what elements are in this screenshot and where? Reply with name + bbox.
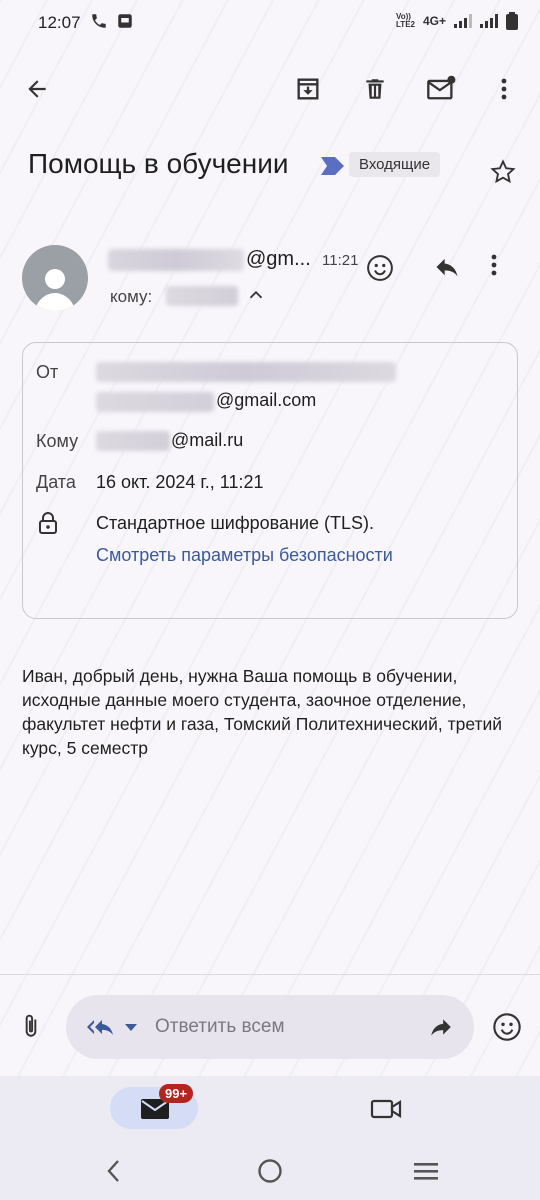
- recipient-redacted: [166, 286, 238, 306]
- forward-icon: [431, 1019, 451, 1036]
- mail-unread-icon: [427, 75, 456, 100]
- to-address-redacted: [96, 431, 170, 451]
- more-options-button[interactable]: [484, 69, 524, 109]
- star-icon: [490, 159, 516, 184]
- status-time: 12:07: [38, 13, 81, 32]
- chevron-down-icon[interactable]: [123, 1020, 139, 1034]
- trash-icon: [366, 79, 384, 99]
- reply-all-mode-button[interactable]: [86, 1014, 116, 1045]
- email-body: Иван, добрый день, нужна Ваша помощь в о…: [22, 666, 503, 758]
- nav-meet-tab[interactable]: [370, 1097, 402, 1126]
- arrow-back-icon: [28, 80, 46, 98]
- email-subject: Помощь в обучении: [28, 148, 289, 179]
- delete-button[interactable]: [355, 69, 395, 109]
- signal-icon-2: [480, 14, 498, 28]
- date-value: 16 окт. 2024 г., 11:21: [96, 472, 264, 492]
- date-label: Дата: [36, 472, 76, 492]
- signal-icon: [454, 14, 472, 28]
- emoji-button[interactable]: [491, 1011, 523, 1048]
- email-time: 11:21: [322, 252, 359, 269]
- call-icon: [92, 14, 106, 28]
- encryption-info: Стандартное шифрование (TLS).: [96, 513, 375, 533]
- system-recents-button[interactable]: [412, 1160, 440, 1187]
- message-more-button[interactable]: [491, 253, 497, 282]
- from-address-redacted: [96, 392, 214, 412]
- reply-all-icon: [87, 1020, 113, 1035]
- sender-domain: @gm...: [246, 248, 311, 270]
- collapse-details-button[interactable]: [245, 284, 267, 311]
- system-home-button[interactable]: [257, 1158, 283, 1189]
- emoji-icon: [367, 255, 393, 281]
- from-label: От: [36, 362, 59, 382]
- to-domain: @mail.ru: [171, 430, 244, 450]
- voicemail-app-icon: [118, 14, 132, 28]
- system-back-button[interactable]: [104, 1158, 124, 1189]
- back-button[interactable]: [17, 69, 57, 109]
- archive-icon: [297, 78, 319, 100]
- home-circle-icon: [258, 1159, 282, 1183]
- person-icon: [35, 269, 75, 311]
- label-arrow-icon: [321, 157, 344, 175]
- avatar[interactable]: [22, 245, 88, 311]
- lock-icon: [39, 512, 57, 534]
- inbox-label-chip[interactable]: Входящие: [349, 152, 441, 177]
- status-right: Vo)) LTE2 4G+: [396, 12, 518, 30]
- attach-button[interactable]: [18, 1010, 44, 1047]
- to-label: Кому: [36, 431, 79, 451]
- network-type: 4G+: [422, 14, 446, 28]
- reply-all-placeholder[interactable]: Ответить всем: [155, 1016, 285, 1038]
- recents-icon: [414, 1163, 438, 1180]
- more-vert-icon: [491, 254, 497, 276]
- emoji-icon: [493, 1013, 521, 1041]
- add-reaction-button[interactable]: [365, 253, 395, 288]
- more-vert-icon: [501, 78, 507, 100]
- divider: [0, 974, 540, 975]
- video-camera-icon: [370, 1099, 402, 1119]
- reply-icon: [436, 258, 458, 277]
- star-button[interactable]: [489, 158, 517, 191]
- recipient-label: кому:: [110, 287, 153, 306]
- reply-button[interactable]: [432, 253, 462, 286]
- paperclip-icon: [25, 1014, 37, 1037]
- battery-icon: [506, 12, 518, 30]
- forward-button[interactable]: [426, 1014, 456, 1045]
- chevron-left-icon: [107, 1160, 119, 1182]
- status-left-icons: [90, 12, 134, 30]
- sender-name-redacted: [108, 249, 244, 271]
- chevron-up-icon: [249, 290, 263, 299]
- mark-unread-button[interactable]: [421, 69, 461, 109]
- archive-button[interactable]: [288, 69, 328, 109]
- from-domain: @gmail.com: [216, 390, 317, 410]
- unread-count-badge: 99+: [159, 1084, 194, 1103]
- volte-indicator: Vo)) LTE2: [396, 12, 415, 29]
- from-name-redacted: [96, 362, 396, 382]
- security-details-link[interactable]: Смотреть параметры безопасности: [96, 545, 393, 566]
